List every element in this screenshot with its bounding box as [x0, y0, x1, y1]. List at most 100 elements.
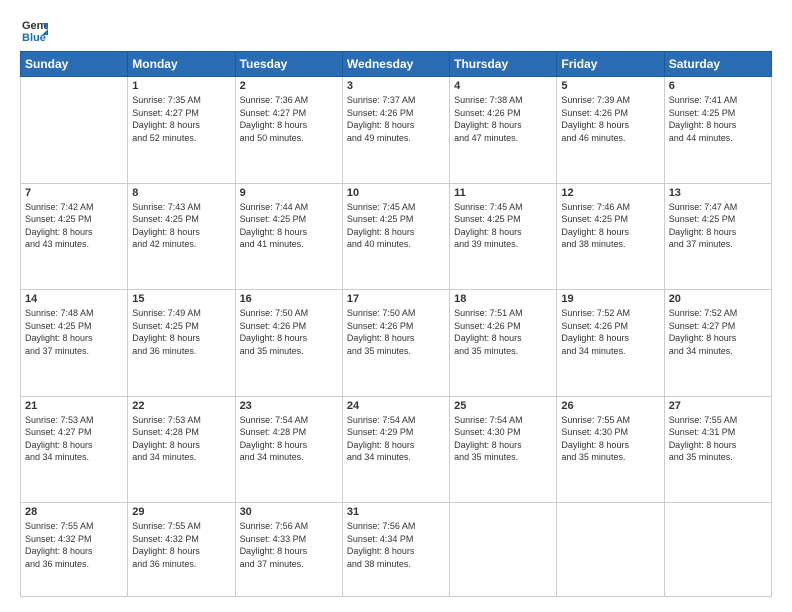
- calendar-cell: 2 Sunrise: 7:36 AMSunset: 4:27 PMDaylight…: [235, 77, 342, 184]
- cell-info: Sunrise: 7:41 AMSunset: 4:25 PMDaylight:…: [669, 94, 767, 144]
- cell-info: Sunrise: 7:42 AMSunset: 4:25 PMDaylight:…: [25, 201, 123, 251]
- weekday-header-saturday: Saturday: [664, 52, 771, 77]
- day-number: 30: [240, 506, 338, 518]
- day-number: 19: [561, 293, 659, 305]
- cell-info: Sunrise: 7:47 AMSunset: 4:25 PMDaylight:…: [669, 201, 767, 251]
- weekday-header-monday: Monday: [128, 52, 235, 77]
- day-number: 17: [347, 293, 445, 305]
- weekday-header-friday: Friday: [557, 52, 664, 77]
- calendar-cell: 26Sunrise: 7:55 AMSunset: 4:30 PMDayligh…: [557, 396, 664, 503]
- cell-info: Sunrise: 7:49 AMSunset: 4:25 PMDaylight:…: [132, 307, 230, 357]
- calendar-cell: 30 Sunrise: 7:56 AMSunset: 4:33 PMDayligh…: [235, 503, 342, 597]
- weekday-header-row: SundayMondayTuesdayWednesdayThursdayFrid…: [21, 52, 772, 77]
- day-number: 9: [240, 187, 338, 199]
- calendar-cell: 15 Sunrise: 7:49 AMSunset: 4:25 PMDayligh…: [128, 290, 235, 397]
- calendar-cell: [557, 503, 664, 597]
- calendar-cell: 31 Sunrise: 7:56 AMSunset: 4:34 PMDayligh…: [342, 503, 449, 597]
- weekday-header-wednesday: Wednesday: [342, 52, 449, 77]
- day-number: 31: [347, 506, 445, 518]
- calendar-week-row: 21Sunrise: 7:53 AMSunset: 4:27 PMDayligh…: [21, 396, 772, 503]
- calendar-cell: 19Sunrise: 7:52 AMSunset: 4:26 PMDayligh…: [557, 290, 664, 397]
- day-number: 21: [25, 400, 123, 412]
- cell-info: Sunrise: 7:55 AMSunset: 4:31 PMDaylight:…: [669, 414, 767, 464]
- day-number: 6: [669, 80, 767, 92]
- calendar-cell: 18 Sunrise: 7:51 AMSunset: 4:26 PMDayligh…: [450, 290, 557, 397]
- cell-info: Sunrise: 7:46 AMSunset: 4:25 PMDaylight:…: [561, 201, 659, 251]
- calendar-cell: 25 Sunrise: 7:54 AMSunset: 4:30 PMDayligh…: [450, 396, 557, 503]
- cell-info: Sunrise: 7:54 AMSunset: 4:30 PMDaylight:…: [454, 414, 552, 464]
- calendar-cell: 12 Sunrise: 7:46 AMSunset: 4:25 PMDayligh…: [557, 183, 664, 290]
- cell-info: Sunrise: 7:50 AMSunset: 4:26 PMDaylight:…: [240, 307, 338, 357]
- calendar-cell: 20 Sunrise: 7:52 AMSunset: 4:27 PMDayligh…: [664, 290, 771, 397]
- day-number: 1: [132, 80, 230, 92]
- calendar-cell: 11Sunrise: 7:45 AMSunset: 4:25 PMDayligh…: [450, 183, 557, 290]
- cell-info: Sunrise: 7:55 AMSunset: 4:32 PMDaylight:…: [132, 520, 230, 570]
- weekday-header-tuesday: Tuesday: [235, 52, 342, 77]
- logo: General Blue: [20, 15, 52, 43]
- day-number: 8: [132, 187, 230, 199]
- cell-info: Sunrise: 7:54 AMSunset: 4:28 PMDaylight:…: [240, 414, 338, 464]
- calendar-cell: 9Sunrise: 7:44 AMSunset: 4:25 PMDaylight…: [235, 183, 342, 290]
- cell-info: Sunrise: 7:56 AMSunset: 4:33 PMDaylight:…: [240, 520, 338, 570]
- cell-info: Sunrise: 7:43 AMSunset: 4:25 PMDaylight:…: [132, 201, 230, 251]
- calendar-cell: 1 Sunrise: 7:35 AMSunset: 4:27 PMDaylight…: [128, 77, 235, 184]
- calendar-week-row: 14 Sunrise: 7:48 AMSunset: 4:25 PMDayligh…: [21, 290, 772, 397]
- calendar-table: SundayMondayTuesdayWednesdayThursdayFrid…: [20, 51, 772, 597]
- day-number: 7: [25, 187, 123, 199]
- calendar-cell: 16 Sunrise: 7:50 AMSunset: 4:26 PMDayligh…: [235, 290, 342, 397]
- day-number: 18: [454, 293, 552, 305]
- day-number: 5: [561, 80, 659, 92]
- cell-info: Sunrise: 7:51 AMSunset: 4:26 PMDaylight:…: [454, 307, 552, 357]
- cell-info: Sunrise: 7:35 AMSunset: 4:27 PMDaylight:…: [132, 94, 230, 144]
- calendar-cell: 8 Sunrise: 7:43 AMSunset: 4:25 PMDaylight…: [128, 183, 235, 290]
- calendar-cell: 17 Sunrise: 7:50 AMSunset: 4:26 PMDayligh…: [342, 290, 449, 397]
- calendar-week-row: 7 Sunrise: 7:42 AMSunset: 4:25 PMDaylight…: [21, 183, 772, 290]
- cell-info: Sunrise: 7:45 AMSunset: 4:25 PMDaylight:…: [347, 201, 445, 251]
- calendar-week-row: 28 Sunrise: 7:55 AMSunset: 4:32 PMDayligh…: [21, 503, 772, 597]
- cell-info: Sunrise: 7:54 AMSunset: 4:29 PMDaylight:…: [347, 414, 445, 464]
- calendar-cell: 10Sunrise: 7:45 AMSunset: 4:25 PMDayligh…: [342, 183, 449, 290]
- day-number: 29: [132, 506, 230, 518]
- cell-info: Sunrise: 7:53 AMSunset: 4:28 PMDaylight:…: [132, 414, 230, 464]
- calendar-cell: 24Sunrise: 7:54 AMSunset: 4:29 PMDayligh…: [342, 396, 449, 503]
- day-number: 14: [25, 293, 123, 305]
- logo-icon: General Blue: [20, 15, 48, 43]
- calendar-cell: 7 Sunrise: 7:42 AMSunset: 4:25 PMDaylight…: [21, 183, 128, 290]
- calendar-week-row: 1 Sunrise: 7:35 AMSunset: 4:27 PMDaylight…: [21, 77, 772, 184]
- cell-info: Sunrise: 7:55 AMSunset: 4:32 PMDaylight:…: [25, 520, 123, 570]
- day-number: 20: [669, 293, 767, 305]
- day-number: 12: [561, 187, 659, 199]
- page: General Blue SundayMondayTuesdayWednesda…: [0, 0, 792, 612]
- calendar-cell: 5 Sunrise: 7:39 AMSunset: 4:26 PMDaylight…: [557, 77, 664, 184]
- cell-info: Sunrise: 7:50 AMSunset: 4:26 PMDaylight:…: [347, 307, 445, 357]
- cell-info: Sunrise: 7:55 AMSunset: 4:30 PMDaylight:…: [561, 414, 659, 464]
- calendar-body: 1 Sunrise: 7:35 AMSunset: 4:27 PMDaylight…: [21, 77, 772, 597]
- calendar-cell: 23Sunrise: 7:54 AMSunset: 4:28 PMDayligh…: [235, 396, 342, 503]
- calendar-cell: 13 Sunrise: 7:47 AMSunset: 4:25 PMDayligh…: [664, 183, 771, 290]
- calendar-cell: 27Sunrise: 7:55 AMSunset: 4:31 PMDayligh…: [664, 396, 771, 503]
- calendar-cell: 4Sunrise: 7:38 AMSunset: 4:26 PMDaylight…: [450, 77, 557, 184]
- cell-info: Sunrise: 7:52 AMSunset: 4:27 PMDaylight:…: [669, 307, 767, 357]
- calendar-cell: 28 Sunrise: 7:55 AMSunset: 4:32 PMDayligh…: [21, 503, 128, 597]
- calendar-cell: 6 Sunrise: 7:41 AMSunset: 4:25 PMDaylight…: [664, 77, 771, 184]
- header: General Blue: [20, 15, 772, 43]
- calendar-cell: 14 Sunrise: 7:48 AMSunset: 4:25 PMDayligh…: [21, 290, 128, 397]
- cell-info: Sunrise: 7:56 AMSunset: 4:34 PMDaylight:…: [347, 520, 445, 570]
- cell-info: Sunrise: 7:36 AMSunset: 4:27 PMDaylight:…: [240, 94, 338, 144]
- day-number: 4: [454, 80, 552, 92]
- cell-info: Sunrise: 7:48 AMSunset: 4:25 PMDaylight:…: [25, 307, 123, 357]
- day-number: 15: [132, 293, 230, 305]
- weekday-header-thursday: Thursday: [450, 52, 557, 77]
- day-number: 13: [669, 187, 767, 199]
- day-number: 16: [240, 293, 338, 305]
- calendar-cell: [664, 503, 771, 597]
- day-number: 2: [240, 80, 338, 92]
- calendar-cell: [450, 503, 557, 597]
- day-number: 28: [25, 506, 123, 518]
- cell-info: Sunrise: 7:39 AMSunset: 4:26 PMDaylight:…: [561, 94, 659, 144]
- cell-info: Sunrise: 7:45 AMSunset: 4:25 PMDaylight:…: [454, 201, 552, 251]
- svg-text:General: General: [22, 20, 48, 32]
- calendar-cell: 21Sunrise: 7:53 AMSunset: 4:27 PMDayligh…: [21, 396, 128, 503]
- day-number: 22: [132, 400, 230, 412]
- day-number: 25: [454, 400, 552, 412]
